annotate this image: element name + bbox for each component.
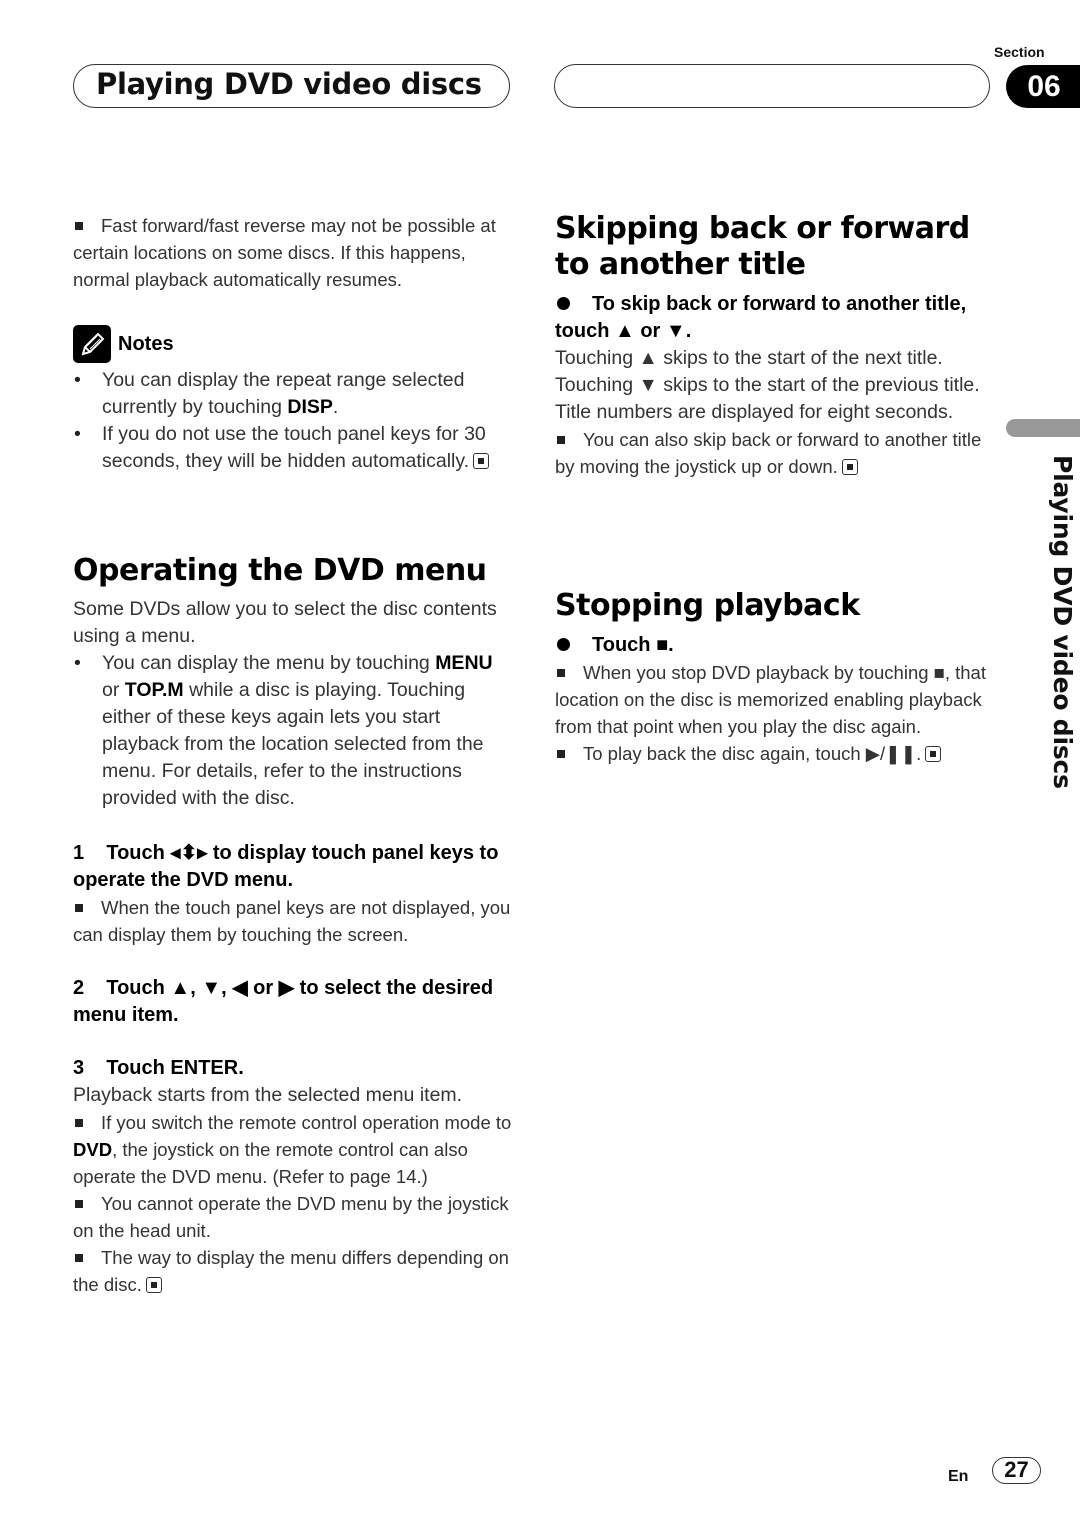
step-heading: 2 Touch ▲, ▼, ◀ or ▶ to select the desir… xyxy=(73,977,494,1026)
intro-note-block: Fast forward/fast reverse may not be pos… xyxy=(73,212,513,293)
dvd-menu-bullet: You can display the menu by touching MEN… xyxy=(73,650,513,812)
step-heading: 3 Touch ENTER. xyxy=(73,1057,244,1079)
note-square-icon xyxy=(75,1199,83,1208)
step-note: When the touch panel keys are not displa… xyxy=(73,897,511,945)
stop-note: When you stop DVD playback by touching ■… xyxy=(555,662,986,737)
section-number-badge: 06 xyxy=(1006,65,1080,108)
section-heading: Skipping back or forward to another titl… xyxy=(555,211,970,282)
step-1: 1 Touch ◂⬍▸ to display touch panel keys … xyxy=(73,840,513,948)
side-tab-text: Playing DVD video discs xyxy=(1048,455,1077,789)
notes-block: Notes You can display the repeat range s… xyxy=(73,325,513,475)
note-square-icon xyxy=(557,668,565,677)
stop-playback-section: Stopping playback Touch ■. When you stop… xyxy=(555,588,995,767)
dvd-menu-bullets: You can display the menu by touching MEN… xyxy=(73,650,513,812)
step-body: Playback starts from the selected menu i… xyxy=(73,1084,463,1106)
intro-note: Fast forward/fast reverse may not be pos… xyxy=(73,215,496,290)
notes-item: You can display the repeat range selecte… xyxy=(73,367,513,421)
step-heading: 1 Touch ◂⬍▸ to display touch panel keys … xyxy=(73,842,499,891)
section-heading: Stopping playback xyxy=(555,588,860,623)
notes-header: Notes xyxy=(73,325,513,363)
skip-body-line: Touching ▼ skips to the start of the pre… xyxy=(555,374,980,396)
section-label: Section xyxy=(994,44,1045,60)
notes-list: You can display the repeat range selecte… xyxy=(73,367,513,475)
step-note: The way to display the menu differs depe… xyxy=(73,1247,509,1295)
end-mark-icon xyxy=(145,1277,162,1293)
skip-body-line: Title numbers are displayed for eight se… xyxy=(555,401,954,423)
skip-instruction: To skip back or forward to another title… xyxy=(555,293,967,342)
bullet-dot-icon xyxy=(557,296,570,310)
section-heading: Operating the DVD menu xyxy=(73,553,487,588)
end-mark-icon xyxy=(925,746,942,762)
note-square-icon xyxy=(75,1118,83,1127)
step-note: You cannot operate the DVD menu by the j… xyxy=(73,1193,509,1241)
pencil-icon xyxy=(73,325,111,363)
side-tab-marker xyxy=(1006,419,1080,437)
language-label: En xyxy=(948,1468,969,1485)
note-square-icon xyxy=(75,903,83,912)
step-note: If you switch the remote control operati… xyxy=(73,1112,512,1187)
note-square-icon xyxy=(557,435,565,444)
note-square-icon xyxy=(557,749,565,758)
dvd-menu-section: Operating the DVD menu Some DVDs allow y… xyxy=(73,553,513,812)
dvd-menu-intro: Some DVDs allow you to select the disc c… xyxy=(73,598,497,647)
stop-instruction: Touch ■. xyxy=(555,632,995,659)
end-mark-icon xyxy=(473,453,490,469)
stop-note: To play back the disc again, touch ▶/❚❚. xyxy=(555,740,995,767)
notes-label: Notes xyxy=(118,332,174,355)
note-square-icon xyxy=(75,221,83,230)
notes-item: If you do not use the touch panel keys f… xyxy=(73,421,513,475)
step-2: 2 Touch ▲, ▼, ◀ or ▶ to select the desir… xyxy=(73,975,513,1029)
skip-note: You can also skip back or forward to ano… xyxy=(555,429,982,477)
step-3: 3 Touch ENTER. Playback starts from the … xyxy=(73,1055,513,1298)
note-square-icon xyxy=(75,1253,83,1262)
chapter-title-box: Playing DVD video discs xyxy=(73,64,510,108)
skip-title-section: Skipping back or forward to another titl… xyxy=(555,211,995,480)
page-number: 27 xyxy=(992,1457,1041,1484)
end-mark-icon xyxy=(841,459,858,475)
chapter-title: Playing DVD video discs xyxy=(96,67,482,101)
empty-header-box xyxy=(554,64,990,108)
bullet-dot-icon xyxy=(557,637,570,651)
skip-body-line: Touching ▲ skips to the start of the nex… xyxy=(555,347,943,369)
